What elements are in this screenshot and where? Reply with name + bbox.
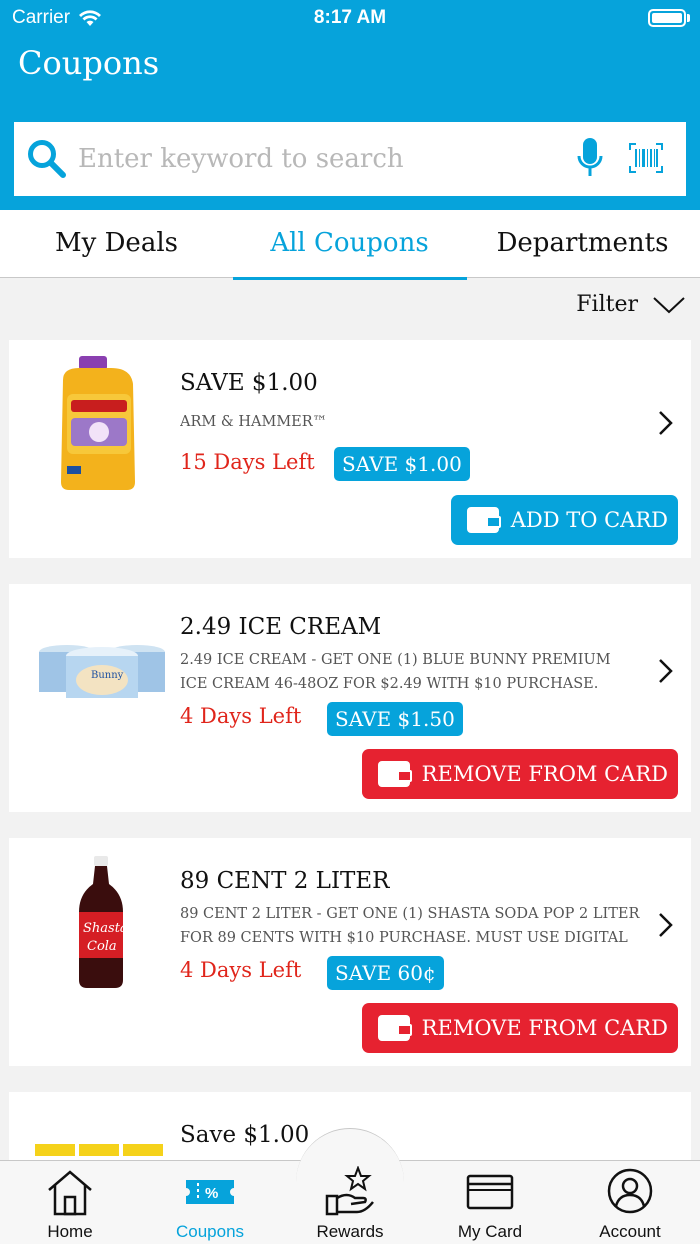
active-tab-indicator	[233, 277, 467, 280]
filter-label: Filter	[576, 292, 638, 317]
nav-coupons[interactable]: % Coupons	[140, 1160, 280, 1244]
status-time: 8:17 AM	[313, 7, 387, 28]
nav-label: Coupons	[175, 1222, 245, 1241]
wallet-icon	[377, 1015, 412, 1041]
coupon-description: 89 CENT 2 LITER - GET ONE (1) SHASTA SOD…	[180, 906, 640, 946]
chevron-right-icon[interactable]	[657, 658, 673, 684]
coupon-card[interactable]: Shasta Cola 89 CENT 2 LITER 89 CENT 2 LI…	[9, 838, 691, 1066]
tab-bar: My Deals All Coupons Departments	[0, 210, 700, 278]
action-label: REMOVE FROM CARD	[421, 762, 668, 786]
search-icon[interactable]	[26, 138, 68, 180]
nav-label: My Card	[457, 1222, 523, 1241]
status-bar: Carrier 8:17 AM	[0, 0, 700, 36]
action-label: REMOVE FROM CARD	[421, 1016, 668, 1040]
home-icon	[48, 1170, 92, 1216]
chevron-right-icon[interactable]	[657, 410, 673, 436]
coupon-title: 2.49 ICE CREAM	[180, 614, 382, 640]
add-to-card-button[interactable]: ADD TO CARD	[450, 495, 678, 545]
ice-cream-tubs-image: Bunny	[39, 645, 165, 698]
coupon-title: SAVE $1.00	[180, 370, 318, 396]
nav-rewards[interactable]: Rewards	[280, 1160, 420, 1244]
action-label: ADD TO CARD	[510, 508, 668, 532]
chevron-right-icon[interactable]	[657, 912, 673, 938]
app-header: Carrier 8:17 AM Coupons	[0, 0, 700, 210]
nav-label: Account	[599, 1222, 661, 1241]
coupon-card[interactable]: Bunny 2.49 ICE CREAM 2.49 ICE CREAM - GE…	[9, 584, 691, 812]
nav-label: Rewards	[316, 1222, 384, 1241]
coupon-icon: %	[186, 1180, 234, 1204]
account-icon	[607, 1168, 653, 1214]
soda-bottle-image: Shasta Cola	[79, 856, 127, 988]
nav-account[interactable]: Account	[560, 1160, 700, 1244]
tab-all-coupons[interactable]: All Coupons	[233, 210, 466, 278]
battery-tip	[687, 14, 690, 22]
coupon-title: Save $1.00	[180, 1122, 310, 1148]
wallet-icon	[377, 761, 412, 787]
microphone-icon[interactable]	[576, 136, 604, 180]
search-bar[interactable]	[14, 122, 686, 196]
nav-home[interactable]: Home	[0, 1160, 140, 1244]
remove-from-card-button[interactable]: REMOVE FROM CARD	[361, 749, 678, 799]
nav-label: Home	[47, 1222, 93, 1241]
tab-departments[interactable]: Departments	[466, 210, 699, 278]
nav-my-card[interactable]: My Card	[420, 1160, 560, 1244]
save-badge: SAVE 60¢	[327, 956, 444, 990]
days-left: 4 Days Left	[180, 704, 302, 728]
coupon-description: 2.49 ICE CREAM - GET ONE (1) BLUE BUNNY …	[180, 652, 611, 692]
svg-text:Shasta: Shasta	[83, 921, 127, 936]
barcode-scan-icon[interactable]	[628, 142, 664, 174]
svg-text:%: %	[205, 1185, 218, 1202]
filter-button[interactable]: Filter	[576, 292, 686, 317]
tab-my-deals[interactable]: My Deals	[0, 210, 233, 278]
battery-icon	[648, 9, 686, 27]
coupon-brand: ARM & HAMMER™	[180, 414, 328, 430]
coupon-card[interactable]: SAVE $1.00 ARM & HAMMER™ 15 Days Left SA…	[9, 340, 691, 558]
days-left: 4 Days Left	[180, 958, 302, 982]
svg-text:Bunny: Bunny	[91, 670, 124, 681]
detergent-bottle-image	[61, 356, 135, 490]
search-input[interactable]	[78, 132, 558, 186]
save-badge: SAVE $1.50	[327, 702, 463, 736]
save-badge: SAVE $1.00	[334, 447, 470, 481]
product-packs-image	[35, 1144, 163, 1156]
svg-text:Cola: Cola	[87, 939, 117, 954]
rewards-icon	[325, 1166, 374, 1216]
remove-from-card-button[interactable]: REMOVE FROM CARD	[361, 1003, 678, 1053]
chevron-down-icon	[653, 296, 685, 313]
page-title: Coupons	[18, 44, 160, 82]
coupon-title: 89 CENT 2 LITER	[180, 868, 390, 894]
days-left: 15 Days Left	[180, 450, 315, 474]
card-icon	[466, 1174, 514, 1210]
wallet-icon	[466, 507, 501, 533]
